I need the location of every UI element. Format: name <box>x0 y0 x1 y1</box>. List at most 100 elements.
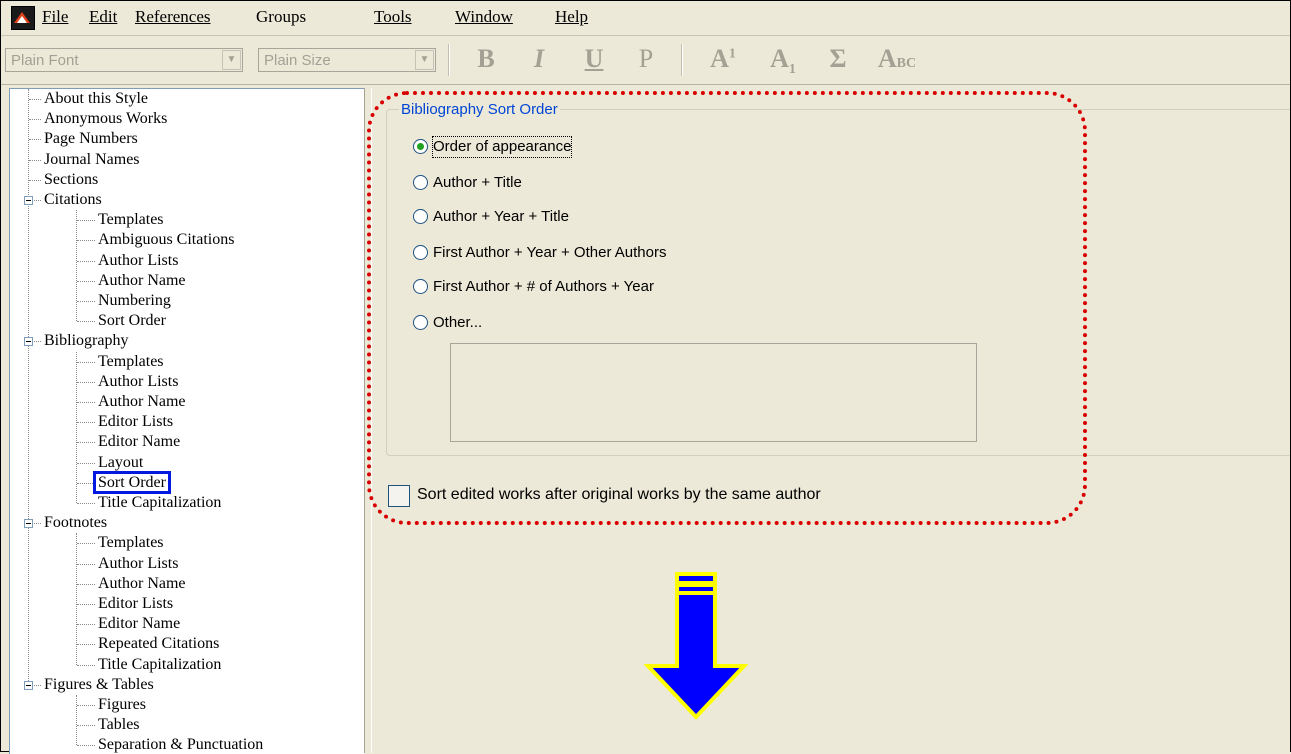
tree-item-label: Author Lists <box>98 251 179 269</box>
tree-item-bibliography-layout[interactable]: Layout <box>96 453 145 473</box>
menu-file[interactable]: File <box>42 7 68 27</box>
radio-label: Order of appearance <box>432 136 573 158</box>
radio-button[interactable] <box>413 245 428 260</box>
italic-button[interactable]: I <box>524 44 554 74</box>
tree-item-bibliography-templates[interactable]: Templates <box>96 352 166 372</box>
radio-button[interactable] <box>413 175 428 190</box>
radio-button[interactable] <box>413 209 428 224</box>
tree-item-label: Figures <box>98 696 146 713</box>
menu-references[interactable]: References <box>135 7 211 27</box>
groupbox-title: Bibliography Sort Order <box>399 101 560 118</box>
tree-item-label: Anonymous Works <box>44 110 168 128</box>
size-combo[interactable]: Plain Size ▼ <box>258 48 436 72</box>
tree-item-label: Bibliography <box>44 332 129 350</box>
other-sort-textarea[interactable] <box>450 343 977 442</box>
symbol-button[interactable]: Σ <box>823 44 853 74</box>
radio-label: Other... <box>433 314 483 331</box>
tree-item-bibliography-author-name[interactable]: Author Name <box>96 392 188 412</box>
tree-item-bibliography-title-capitalization[interactable]: Title Capitalization <box>96 493 223 513</box>
collapse-icon[interactable] <box>24 680 33 690</box>
tree-item-anonymous-works[interactable]: Anonymous Works <box>42 109 169 129</box>
underline-button[interactable]: U <box>579 44 609 74</box>
tree-item-bibliography-editor-lists[interactable]: Editor Lists <box>96 412 175 432</box>
tree-item-bibliography-author-lists[interactable]: Author Lists <box>96 372 180 392</box>
collapse-icon[interactable] <box>24 519 33 529</box>
tree-line <box>77 260 95 262</box>
tree-item-citations-author-lists[interactable]: Author Lists <box>96 251 180 271</box>
tree-item-citations-numbering[interactable]: Numbering <box>96 291 173 311</box>
tree-item-bibliography[interactable]: Bibliography <box>42 331 130 351</box>
tree-item-about-this-style[interactable]: About this Style <box>42 89 150 109</box>
bold-button[interactable]: B <box>471 44 501 74</box>
tree-item-label: Author Lists <box>98 372 179 390</box>
tree-item-footnotes-repeated-citations[interactable]: Repeated Citations <box>96 634 221 654</box>
tree-item-citations-author-name[interactable]: Author Name <box>96 271 188 291</box>
tree-item-footnotes-author-lists[interactable]: Author Lists <box>96 554 180 574</box>
font-dropdown-icon[interactable]: ▼ <box>222 50 241 70</box>
subscript-button[interactable]: A1 <box>763 44 803 77</box>
radio-label: First Author + Year + Other Authors <box>433 244 667 261</box>
tree-item-separation-punctuation[interactable]: Separation & Punctuation <box>96 735 265 754</box>
tree-item-label: Ambiguous Citations <box>98 231 235 249</box>
tree-item-citations[interactable]: Citations <box>42 190 104 210</box>
tree-item-sections[interactable]: Sections <box>42 170 100 190</box>
radio-label: Author + Title <box>433 174 522 191</box>
tree-item-bibliography-editor-name[interactable]: Editor Name <box>96 432 182 452</box>
tree-item-footnotes-title-capitalization[interactable]: Title Capitalization <box>96 655 223 675</box>
collapse-icon[interactable] <box>24 196 33 205</box>
tree-line <box>76 210 77 322</box>
tree-line <box>77 482 95 484</box>
tree-item-footnotes-editor-name[interactable]: Editor Name <box>96 614 182 634</box>
tree-item-label: About this Style <box>44 90 149 107</box>
size-dropdown-icon[interactable]: ▼ <box>415 50 434 70</box>
formatting-toolbar: Plain Font ▼ Plain Size ▼ B I U P A1 A1 … <box>1 36 1290 85</box>
menu-groups[interactable]: Groups <box>256 7 306 27</box>
app-logo-icon[interactable] <box>11 6 35 30</box>
tree-line <box>77 422 95 424</box>
toolbar-separator <box>448 44 450 76</box>
tree-item-label: Sections <box>44 170 99 188</box>
tree-item-label: Citations <box>44 191 102 208</box>
tree-item-figures[interactable]: Figures <box>96 695 148 715</box>
tree-item-citations-sort-order[interactable]: Sort Order <box>96 311 168 331</box>
tree-item-citations-ambiguous[interactable]: Ambiguous Citations <box>96 230 236 250</box>
tree-line <box>29 99 41 100</box>
tree-line <box>76 695 77 746</box>
panel-splitter[interactable] <box>364 88 372 753</box>
tree-item-bibliography-sort-order[interactable]: Sort Order <box>93 470 171 494</box>
tree-item-label: Editor Name <box>98 433 181 451</box>
tree-line <box>77 240 95 242</box>
size-combo-value: Plain Size <box>264 52 331 69</box>
tree-item-footnotes-templates[interactable]: Templates <box>96 533 166 553</box>
tree-item-label: Editor Name <box>98 615 181 633</box>
tree-item-footnotes[interactable]: Footnotes <box>42 513 109 533</box>
tree-item-page-numbers[interactable]: Page Numbers <box>42 129 140 149</box>
tree-line <box>77 705 95 706</box>
menu-help[interactable]: Help <box>555 7 588 27</box>
tree-item-footnotes-editor-lists[interactable]: Editor Lists <box>96 594 175 614</box>
tree-item-figures-tables[interactable]: Figures & Tables <box>42 675 156 695</box>
tree-line <box>29 159 41 161</box>
menu-edit[interactable]: Edit <box>89 7 117 27</box>
tree-line <box>77 442 95 444</box>
tree-item-label: Templates <box>98 534 164 552</box>
smallcaps-button[interactable]: ABC <box>867 44 927 74</box>
font-combo[interactable]: Plain Font ▼ <box>5 48 243 72</box>
radio-button[interactable] <box>413 139 428 154</box>
sort-edited-works-checkbox[interactable] <box>388 485 410 507</box>
tree-item-citations-templates[interactable]: Templates <box>96 210 166 230</box>
tree-item-tables[interactable]: Tables <box>96 715 142 735</box>
tree-line <box>77 644 95 646</box>
superscript-button[interactable]: A1 <box>703 44 743 74</box>
radio-button[interactable] <box>413 315 428 330</box>
tree-item-label: Figures & Tables <box>44 675 154 693</box>
radio-button[interactable] <box>413 279 428 294</box>
tree-item-footnotes-author-name[interactable]: Author Name <box>96 574 188 594</box>
tree-line <box>77 462 95 464</box>
tree-item-journal-names[interactable]: Journal Names <box>42 150 142 170</box>
plain-button[interactable]: P <box>631 44 661 74</box>
tree-line <box>77 503 95 504</box>
menu-window[interactable]: Window <box>455 7 513 27</box>
menu-tools[interactable]: Tools <box>374 7 412 27</box>
collapse-icon[interactable] <box>24 337 33 347</box>
